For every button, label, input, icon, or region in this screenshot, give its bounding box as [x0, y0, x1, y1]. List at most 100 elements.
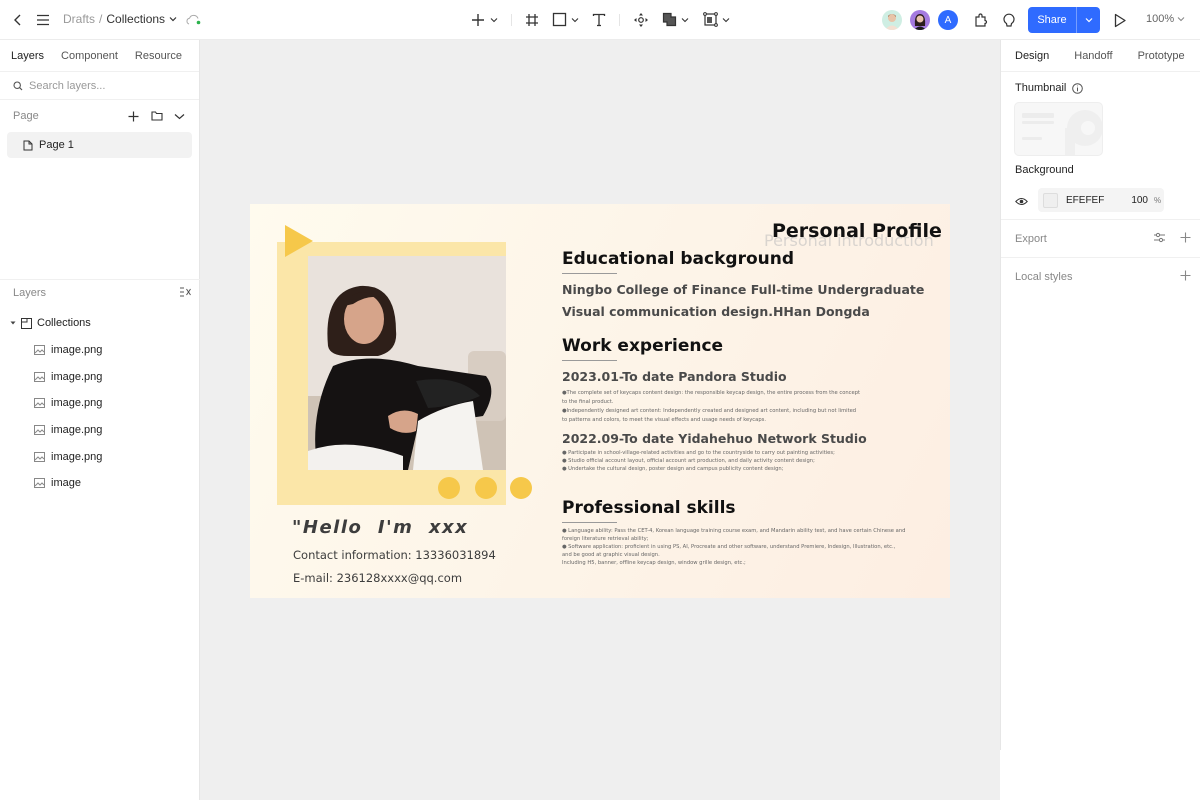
- skills-line: Including H5, banner, offline keycap des…: [562, 560, 746, 566]
- collapse-all-layers-button[interactable]: [179, 286, 192, 300]
- component-frame-icon: [703, 12, 730, 27]
- tab-design[interactable]: Design: [1015, 50, 1049, 62]
- chevron-down-icon[interactable]: [169, 16, 177, 22]
- image-icon: [34, 345, 45, 356]
- breadcrumb: Drafts / Collections: [63, 12, 177, 26]
- shape-tool-button[interactable]: [551, 10, 583, 30]
- left-sidebar: Layers Component Resource Page Page 1 La…: [0, 40, 200, 800]
- image-icon: [34, 425, 45, 436]
- export-section: Export: [1001, 219, 1200, 257]
- add-local-style-button[interactable]: [1180, 270, 1191, 284]
- play-icon: [1114, 13, 1126, 27]
- tab-prototype[interactable]: Prototype: [1138, 50, 1185, 62]
- heading-underline: [562, 273, 617, 274]
- background-color-swatch[interactable]: [1043, 192, 1058, 208]
- breadcrumb-separator: /: [99, 12, 103, 26]
- job-2-title: 2022.09-To date Yidahehuo Network Studio: [562, 431, 867, 446]
- job-2-line: ● Participate in school-village-related …: [562, 450, 835, 456]
- collapse-pages-button[interactable]: [168, 113, 191, 120]
- collaborator-avatar[interactable]: [910, 10, 930, 30]
- artboard-personal-profile[interactable]: Personal introduction Personal Profile E…: [250, 204, 950, 598]
- text-tool-button[interactable]: [589, 10, 609, 30]
- thumbnail-placeholder-icon: [1022, 110, 1102, 155]
- layer-row-image[interactable]: image.png: [0, 363, 200, 390]
- back-button[interactable]: [8, 10, 28, 30]
- add-page-button[interactable]: [122, 111, 145, 122]
- layer-row-image[interactable]: image.png: [0, 390, 200, 417]
- background-hex-input[interactable]: EFEFEF: [1066, 195, 1126, 206]
- background-opacity-input[interactable]: 100: [1126, 195, 1148, 206]
- layer-tree: Collections image.png image.png image.pn…: [0, 310, 200, 497]
- heading-underline: [562, 360, 617, 361]
- job-1-line: to the final product.: [562, 399, 614, 405]
- tab-layers[interactable]: Layers: [11, 50, 44, 62]
- chevron-down-icon: [1177, 17, 1185, 22]
- zoom-level-dropdown[interactable]: 100%: [1146, 13, 1185, 25]
- insert-tool-button[interactable]: [470, 10, 502, 30]
- tab-handoff[interactable]: Handoff: [1074, 50, 1112, 62]
- skills-line: ● Software application: proficient in us…: [562, 544, 896, 550]
- layer-name: image.png: [51, 424, 103, 437]
- component-tool-button[interactable]: [702, 10, 734, 30]
- folder-icon: [150, 111, 163, 121]
- design-canvas[interactable]: Personal introduction Personal Profile E…: [200, 40, 1000, 800]
- frame-icon: [21, 317, 32, 329]
- collaborator-avatar[interactable]: [882, 10, 902, 30]
- right-sidebar: Design Handoff Prototype Thumbnail Backg…: [1000, 40, 1200, 750]
- page-section-title: Page: [13, 110, 39, 122]
- add-export-button[interactable]: [1180, 232, 1191, 246]
- toggle-visibility-button[interactable]: [1015, 195, 1028, 209]
- image-icon: [34, 478, 45, 489]
- layer-row-image[interactable]: image: [0, 470, 200, 497]
- chevron-left-icon: [14, 14, 21, 26]
- breadcrumb-current-file[interactable]: Collections: [106, 12, 165, 26]
- layer-row-image[interactable]: image.png: [0, 337, 200, 364]
- layer-name: image.png: [51, 344, 103, 357]
- plus-icon: [1180, 232, 1191, 242]
- education-heading: Educational background: [562, 249, 795, 269]
- plugins-button[interactable]: [971, 10, 991, 30]
- frame-tool-button[interactable]: [522, 10, 542, 30]
- layer-name: image.png: [51, 370, 103, 383]
- profile-photo[interactable]: [308, 256, 506, 470]
- tab-component[interactable]: Component: [61, 50, 118, 62]
- thumbnail-preview[interactable]: [1014, 102, 1103, 156]
- woman-portrait-image: [308, 256, 506, 470]
- background-color-field[interactable]: EFEFEF 100 %: [1038, 188, 1164, 212]
- info-icon[interactable]: [1072, 82, 1084, 94]
- lightbulb-icon: [1003, 13, 1015, 27]
- toolbar-divider: [511, 14, 512, 26]
- user-photo-icon: [885, 14, 899, 30]
- boolean-tool-button[interactable]: [661, 10, 693, 30]
- page-list-item[interactable]: Page 1: [7, 132, 192, 158]
- cloud-synced-icon: [185, 14, 200, 25]
- dot-decoration: [438, 477, 460, 499]
- export-settings-button[interactable]: [1153, 232, 1166, 246]
- main-menu-button[interactable]: [33, 10, 53, 30]
- share-dropdown-button[interactable]: [1076, 7, 1100, 33]
- share-button[interactable]: Share: [1028, 7, 1100, 33]
- thumbnail-header: Thumbnail: [1015, 82, 1084, 94]
- zoom-level-value: 100%: [1146, 13, 1175, 25]
- hint-button[interactable]: [999, 10, 1019, 30]
- user-photo-icon: [914, 14, 926, 30]
- layer-row-frame[interactable]: Collections: [0, 310, 200, 337]
- local-styles-label: Local styles: [1015, 270, 1073, 283]
- tab-resource[interactable]: Resource: [135, 50, 182, 62]
- move-tool-button[interactable]: [631, 10, 651, 30]
- add-folder-button[interactable]: [145, 111, 168, 121]
- layer-row-image[interactable]: image.png: [0, 443, 200, 470]
- contact-text: Contact information: 13336031894: [293, 548, 496, 562]
- search-layers-input[interactable]: [29, 79, 189, 92]
- layer-row-image[interactable]: image.png: [0, 417, 200, 444]
- hamburger-menu-icon: [37, 14, 49, 26]
- sliders-icon: [1154, 232, 1165, 242]
- present-button[interactable]: [1110, 10, 1130, 30]
- thumbnail-label: Thumbnail: [1015, 82, 1067, 94]
- current-user-avatar[interactable]: A: [938, 10, 958, 30]
- breadcrumb-drafts[interactable]: Drafts: [63, 12, 95, 26]
- layers-section-header: Layers: [0, 279, 200, 305]
- caret-down-icon[interactable]: [10, 320, 16, 326]
- triangle-decoration: [285, 225, 313, 257]
- skills-line: foreign literature retrieval ability;: [562, 536, 649, 542]
